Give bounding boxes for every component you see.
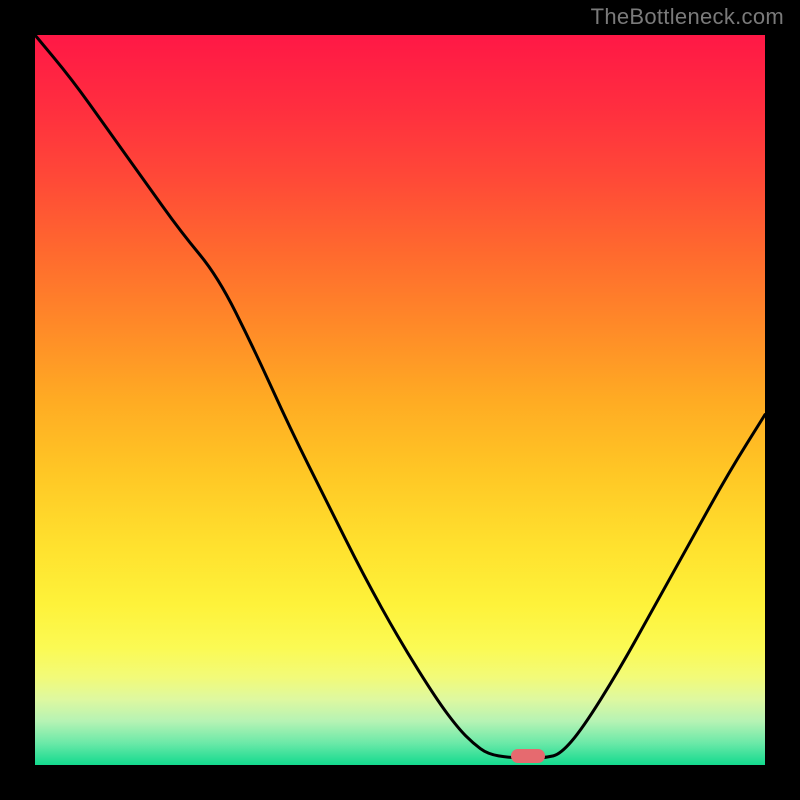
chart-frame: TheBottleneck.com <box>0 0 800 800</box>
bottleneck-curve <box>35 35 765 765</box>
watermark-text: TheBottleneck.com <box>591 4 784 30</box>
optimal-marker <box>511 749 545 763</box>
plot-area <box>35 35 765 765</box>
